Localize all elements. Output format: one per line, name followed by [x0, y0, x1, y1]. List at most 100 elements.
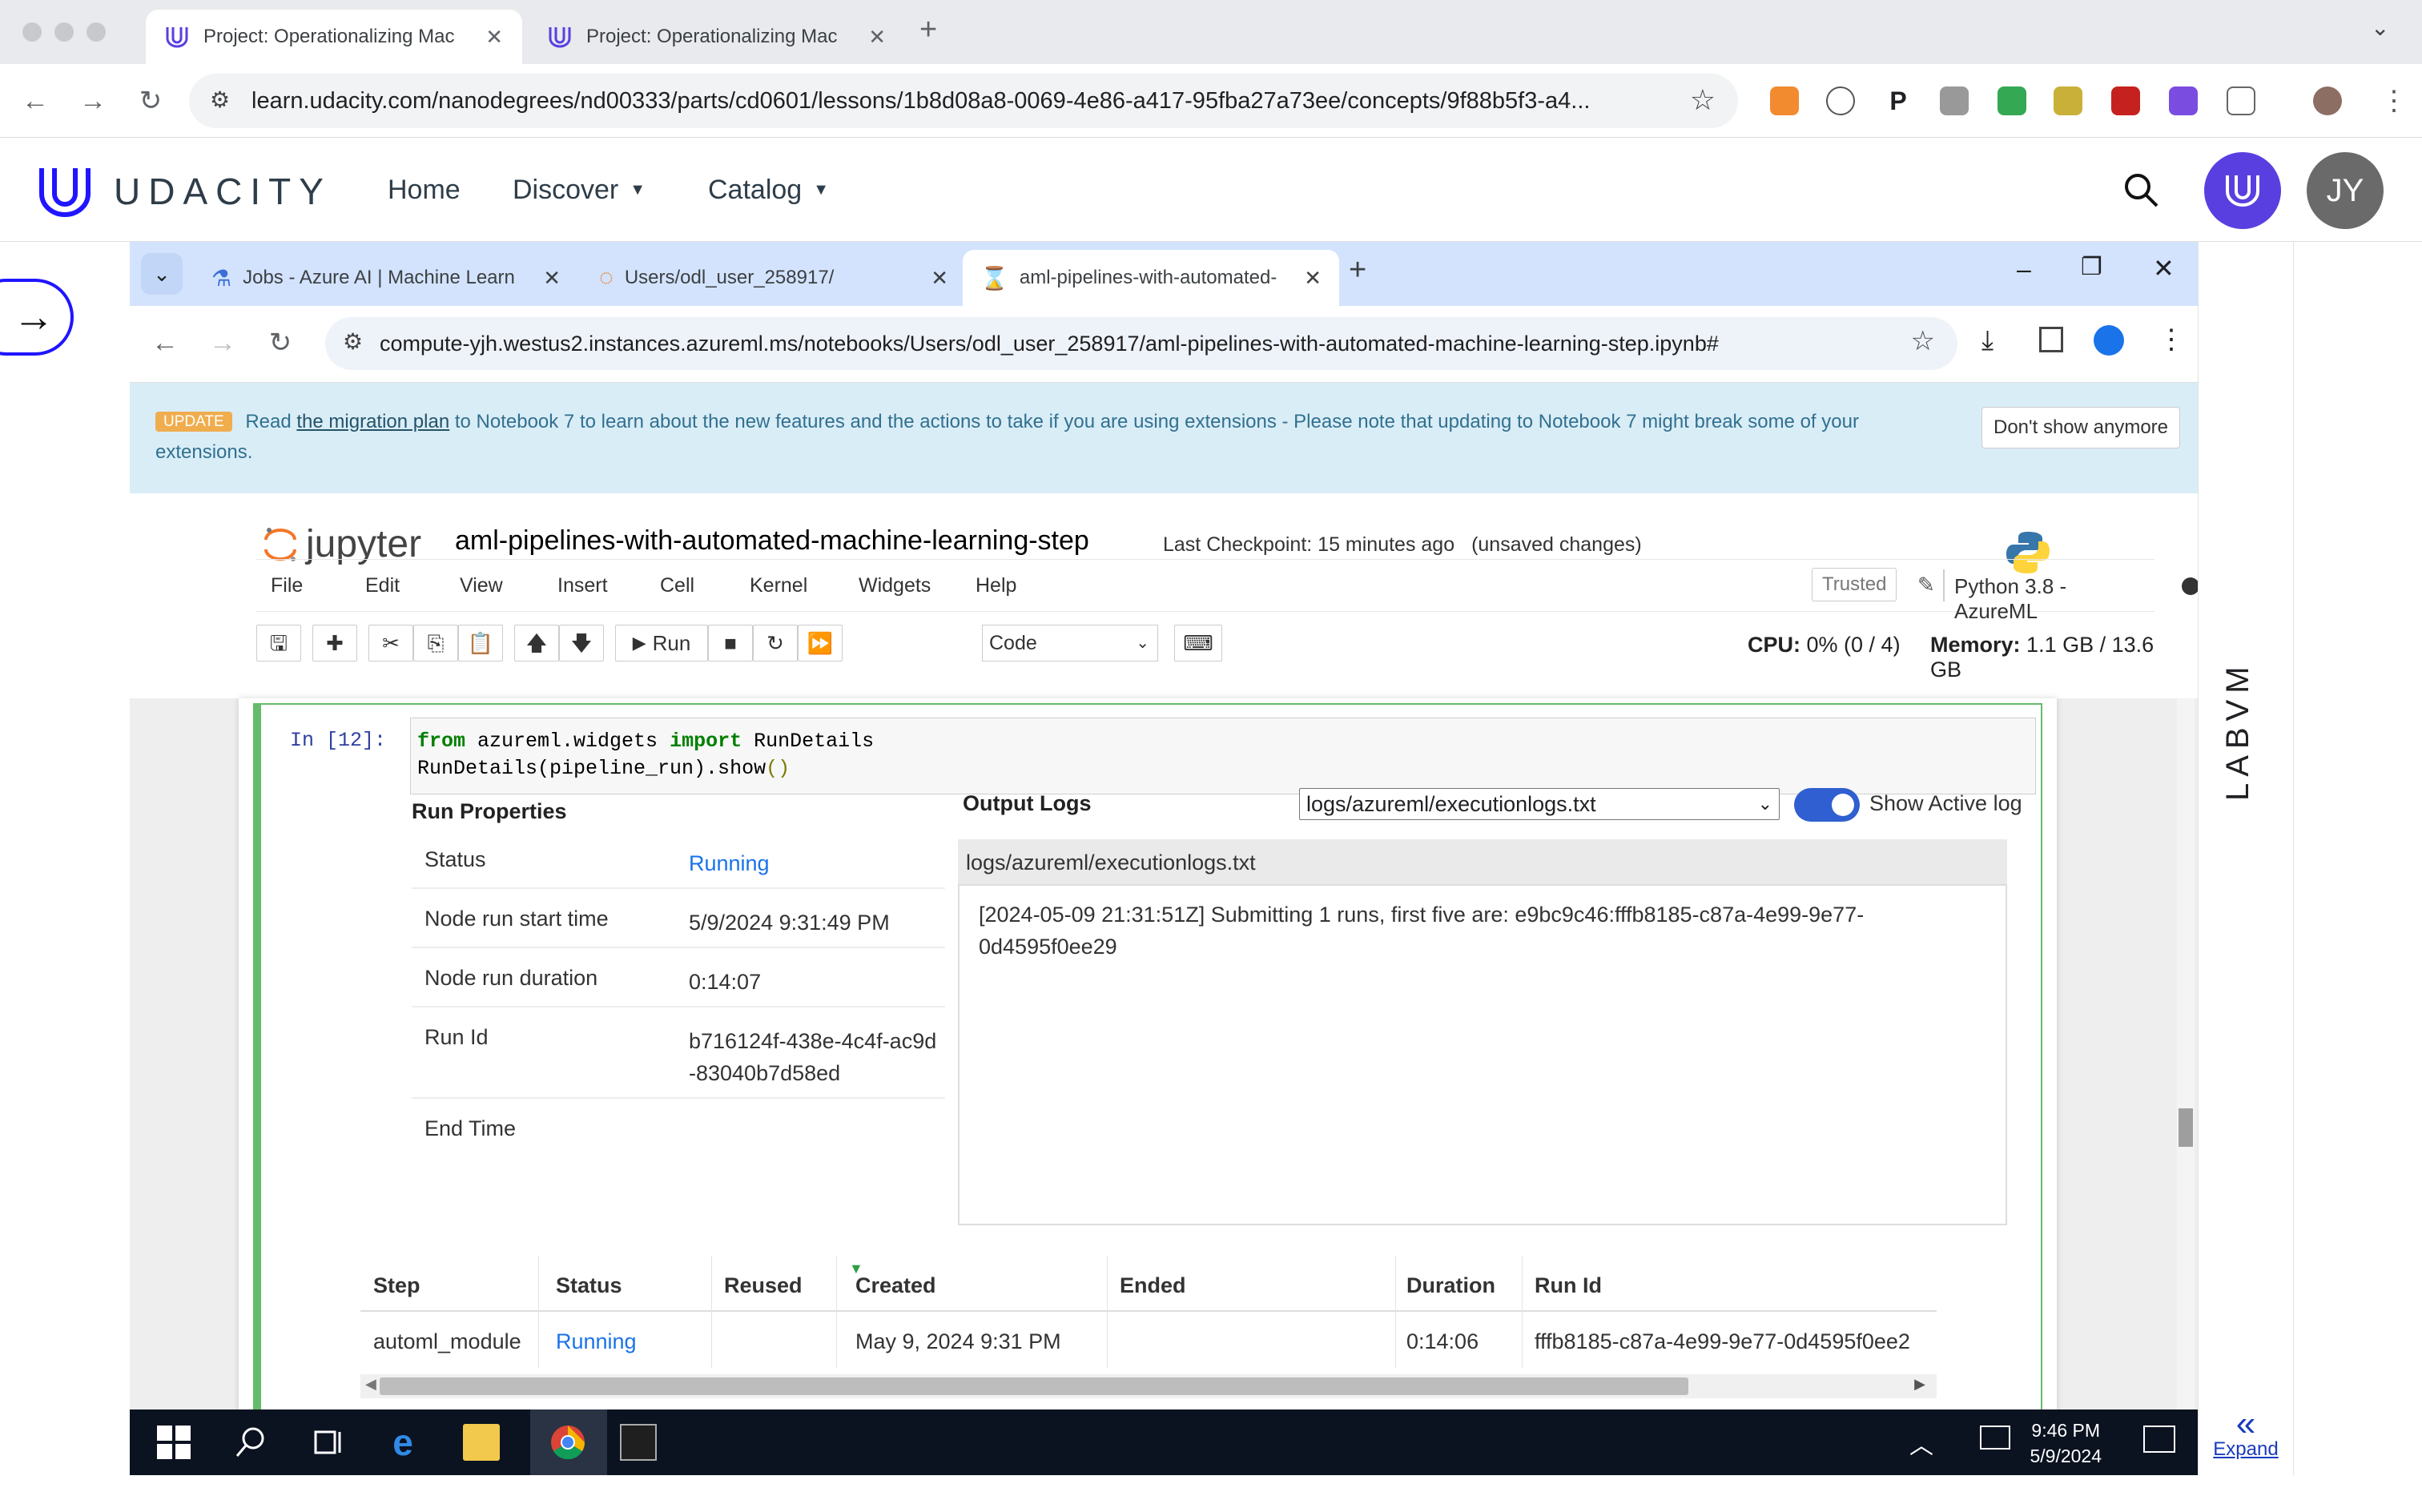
menu-help[interactable]: Help	[976, 574, 1016, 597]
new-tab-plus-icon[interactable]: +	[919, 13, 937, 47]
profile-icon[interactable]	[2094, 325, 2124, 356]
notifications-icon[interactable]	[2143, 1426, 2175, 1453]
close-tab-icon[interactable]: ✕	[1304, 266, 1322, 291]
menu-insert[interactable]: Insert	[557, 574, 608, 597]
vm-tab-users[interactable]: ◌ Users/odl_user_258917/ ✕	[581, 250, 966, 306]
search-icon[interactable]	[232, 1424, 269, 1461]
show-active-log-toggle[interactable]	[1794, 788, 1860, 822]
task-view-icon[interactable]	[311, 1424, 348, 1461]
scrollbar-thumb[interactable]	[2179, 1108, 2193, 1147]
show-hidden-icons-chevron-icon[interactable]: ︿	[1909, 1426, 1933, 1461]
trusted-indicator[interactable]: Trusted	[1812, 568, 1897, 601]
table-horizontal-scrollbar[interactable]: ◀ ▶	[360, 1374, 1937, 1398]
window-zoom-dot[interactable]	[86, 22, 106, 42]
save-icon[interactable]: 🖫	[256, 625, 301, 662]
site-info-icon[interactable]: ⚙	[210, 86, 230, 113]
address-bar[interactable]: ⚙ learn.udacity.com/nanodegrees/nd00333/…	[189, 74, 1738, 128]
forward-arrow-icon[interactable]: →	[205, 325, 240, 360]
edit-pencil-icon[interactable]: ✎	[1917, 573, 1935, 597]
column-header-reused[interactable]: Reused	[724, 1273, 803, 1298]
close-tab-icon[interactable]: ✕	[931, 266, 948, 291]
menu-cell[interactable]: Cell	[660, 574, 694, 597]
cell-type-select[interactable]: Code ⌄	[982, 625, 1158, 662]
download-icon[interactable]: ⤓	[1981, 325, 1994, 356]
column-header-duration[interactable]: Duration	[1406, 1273, 1495, 1298]
bookmark-star-icon[interactable]: ☆	[1690, 83, 1716, 117]
notebook-vertical-scrollbar[interactable]	[2177, 698, 2195, 1422]
reload-icon[interactable]: ↻	[263, 325, 298, 360]
window-restore-icon[interactable]: ❐	[2081, 253, 2102, 281]
network-icon[interactable]	[1980, 1426, 2010, 1450]
menu-kernel[interactable]: Kernel	[750, 574, 807, 597]
window-minimize-icon[interactable]: –	[2017, 255, 2031, 284]
profile-avatar-icon[interactable]	[2313, 86, 2342, 115]
vm-tab-notebook[interactable]: ⌛ aml-pipelines-with-automated- ✕	[963, 250, 1339, 306]
extension-rm-icon[interactable]	[1826, 86, 1855, 115]
search-icon[interactable]	[2121, 170, 2161, 210]
migration-plan-link[interactable]: the migration plan	[296, 411, 449, 432]
close-tab-icon[interactable]: ✕	[485, 25, 503, 50]
user-avatar[interactable]: JY	[2307, 152, 2384, 229]
tab-list-chevron-icon[interactable]: ⌄	[141, 253, 183, 295]
windows-start-icon[interactable]	[155, 1424, 192, 1461]
column-header-run-id[interactable]: Run Id	[1535, 1273, 1602, 1298]
expand-button[interactable]: « Expand	[2212, 1406, 2279, 1461]
run-button[interactable]: ▶ Run	[615, 625, 708, 662]
column-header-ended[interactable]: Ended	[1120, 1273, 1186, 1298]
taskbar-clock[interactable]: 9:46 PM 5/9/2024	[2030, 1418, 2102, 1469]
insert-cell-plus-icon[interactable]: ✚	[312, 625, 357, 662]
scrollbar-thumb[interactable]	[380, 1377, 1688, 1395]
chrome-icon[interactable]	[549, 1424, 586, 1461]
kernel-name[interactable]: Python 3.8 - AzureML	[1954, 574, 2154, 624]
window-minimize-dot[interactable]	[54, 22, 74, 42]
restart-kernel-icon[interactable]: ↻	[753, 625, 798, 662]
column-header-step[interactable]: Step	[373, 1273, 420, 1298]
scroll-left-icon[interactable]: ◀	[365, 1376, 376, 1393]
cell-status-running-link[interactable]: Running	[556, 1329, 637, 1354]
collapse-sidebar-button[interactable]: →	[0, 279, 74, 356]
browser-menu-icon[interactable]: ⋮	[2158, 324, 2185, 356]
move-up-arrow-icon[interactable]: 🡅	[514, 625, 559, 662]
extension-color-icon[interactable]	[2169, 86, 2198, 115]
fast-forward-icon[interactable]: ⏩	[798, 625, 843, 662]
extension-camera-icon[interactable]	[1940, 86, 1969, 115]
nav-home[interactable]: Home	[388, 175, 461, 206]
terminal-icon[interactable]	[620, 1424, 657, 1461]
new-tab-plus-icon[interactable]: +	[1349, 253, 1366, 288]
forward-arrow-icon[interactable]: →	[75, 83, 111, 119]
bookmark-star-icon[interactable]: ☆	[1911, 325, 1935, 357]
extension-bag-icon[interactable]	[2054, 86, 2082, 115]
udacity-badge-icon[interactable]	[2204, 152, 2281, 229]
extension-link-icon[interactable]	[2111, 86, 2140, 115]
close-tab-icon[interactable]: ✕	[868, 25, 886, 50]
notebook-title[interactable]: aml-pipelines-with-automated-machine-lea…	[455, 525, 1089, 557]
side-panel-icon[interactable]	[2039, 327, 2063, 352]
keyboard-icon[interactable]: ⌨	[1174, 625, 1222, 662]
extension-badge-icon[interactable]	[1770, 86, 1799, 115]
back-arrow-icon[interactable]: ←	[147, 325, 183, 360]
window-close-dot[interactable]	[22, 22, 42, 42]
scroll-right-icon[interactable]: ▶	[1914, 1376, 1925, 1393]
window-close-icon[interactable]: ✕	[2153, 253, 2175, 284]
menu-file[interactable]: File	[271, 574, 303, 597]
cut-icon[interactable]: ✂	[368, 625, 413, 662]
internet-explorer-icon[interactable]: e	[384, 1424, 421, 1461]
reload-icon[interactable]: ↻	[133, 83, 168, 119]
file-explorer-icon[interactable]	[463, 1424, 500, 1461]
log-file-select[interactable]: logs/azureml/executionlogs.txt ⌄	[1299, 788, 1780, 820]
extension-pen-icon[interactable]	[1998, 86, 2026, 115]
site-info-icon[interactable]: ⚙	[343, 328, 363, 355]
move-down-arrow-icon[interactable]: 🡇	[559, 625, 604, 662]
nav-catalog[interactable]: Catalog ▼	[708, 175, 829, 206]
vm-address-bar[interactable]: ⚙ compute-yjh.westus2.instances.azureml.…	[325, 317, 1957, 370]
udacity-logo[interactable]: UDACITY	[37, 163, 332, 219]
browser-tab-project-2[interactable]: Project: Operationalizing Mac ✕	[529, 10, 905, 64]
column-header-status[interactable]: Status	[556, 1273, 622, 1298]
tab-search-chevron-icon[interactable]: ⌄	[2371, 14, 2389, 41]
extensions-puzzle-icon[interactable]	[2227, 86, 2255, 115]
vm-tab-jobs[interactable]: ⚗ Jobs - Azure AI | Machine Learn ✕	[194, 250, 578, 306]
nav-discover[interactable]: Discover ▼	[513, 175, 646, 206]
extension-p-icon[interactable]: P	[1884, 86, 1913, 115]
copy-icon[interactable]: ⎘	[413, 625, 458, 662]
status-running-link[interactable]: Running	[689, 847, 937, 879]
